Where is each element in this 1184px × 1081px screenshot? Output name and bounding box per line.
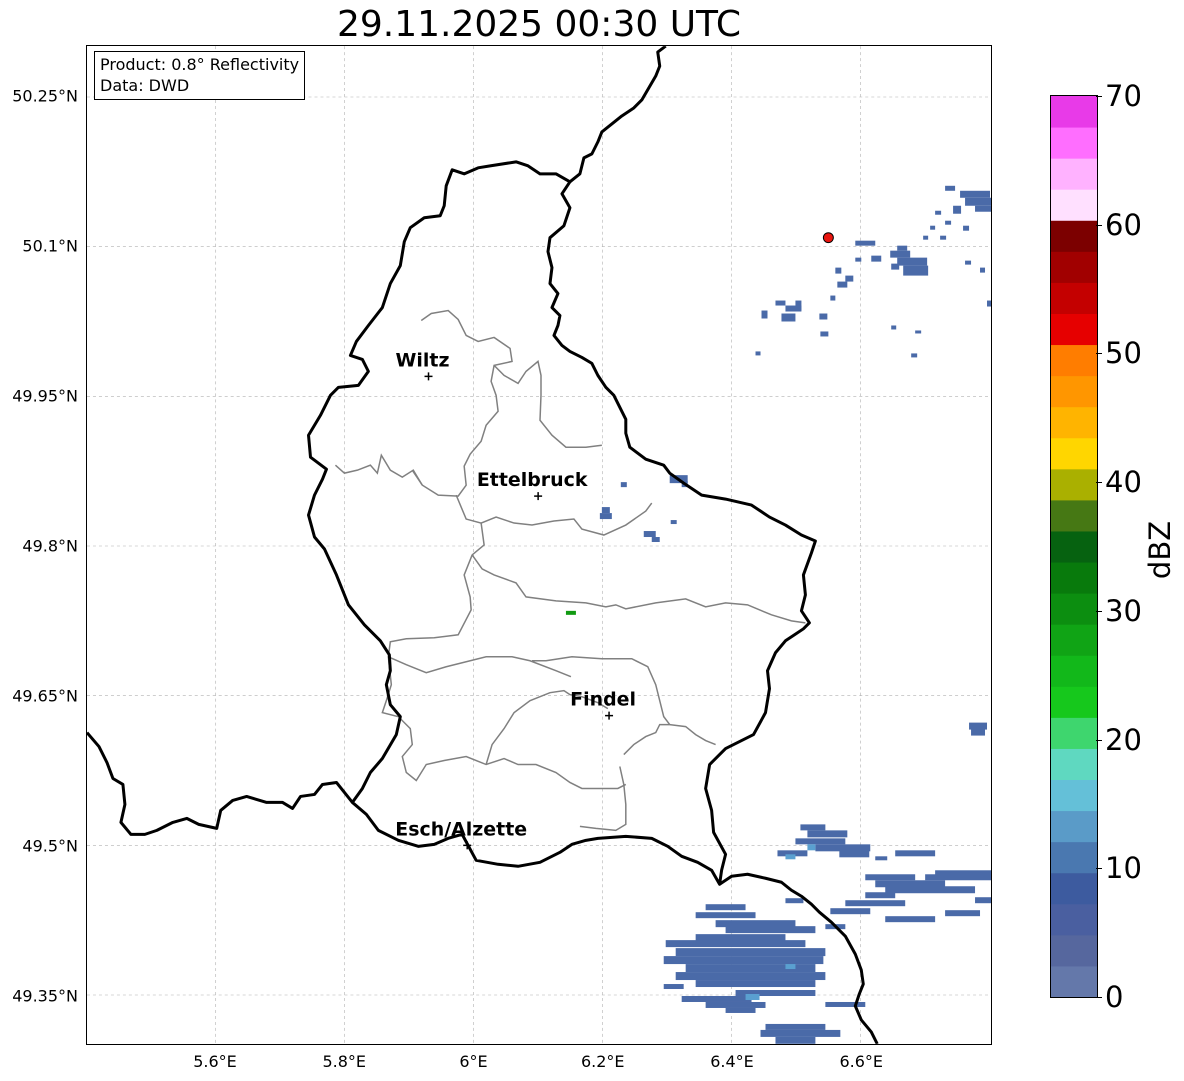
colorbar-segment	[1051, 965, 1097, 997]
colorbar-segment	[1051, 934, 1097, 967]
colorbar-segment	[1051, 468, 1097, 501]
country-borders	[87, 46, 879, 1044]
colorbar-tick-mark	[1096, 224, 1102, 226]
echo-green-cell	[565, 610, 576, 615]
city-marker: Findel	[570, 689, 636, 720]
city-markers: Wiltz Ettelbruck Findel Esch/Alzette	[395, 349, 636, 850]
lon-tick-label: 5.8°E	[322, 1052, 367, 1071]
city-label: Wiltz	[396, 349, 450, 371]
colorbar-segment	[1051, 748, 1097, 781]
data-source-label: Data: DWD	[100, 76, 190, 95]
colorbar-segment	[1051, 499, 1097, 532]
colorbar-segment	[1051, 282, 1097, 314]
echo-cluster-southeast	[663, 824, 991, 1044]
colorbar-segment	[1051, 313, 1097, 346]
colorbar-segment	[1051, 717, 1097, 749]
echo-cluster-central	[599, 475, 688, 543]
colorbar-segment	[1051, 810, 1097, 843]
lon-tick-label: 6.4°E	[710, 1052, 754, 1071]
echo-cluster-northeast	[755, 185, 991, 358]
echo-cluster-east	[969, 722, 988, 736]
colorbar-segment	[1051, 872, 1097, 905]
colorbar-segment	[1051, 655, 1097, 687]
lon-tick-label: 6°E	[459, 1052, 488, 1071]
colorbar-segment	[1051, 189, 1097, 221]
lat-tick-label: 49.65°N	[12, 686, 78, 706]
lat-tick-label: 50.25°N	[12, 86, 78, 106]
colorbar-segment	[1051, 344, 1097, 377]
colorbar-tick-mark	[1096, 997, 1102, 998]
colorbar-segment	[1051, 686, 1097, 718]
colorbar-tick-label: 0	[1105, 980, 1124, 1014]
map-title: 29.11.2025 00:30 UTC	[336, 4, 742, 45]
colorbar-segment	[1051, 406, 1097, 439]
lon-tick-label: 6.6°E	[839, 1052, 884, 1071]
lon-tick-label: 6.2°E	[580, 1052, 625, 1071]
colorbar-tick-mark	[1096, 610, 1102, 612]
district-boundaries	[334, 309, 806, 832]
colorbar-tick-mark	[1096, 96, 1102, 97]
colorbar-segment	[1051, 841, 1097, 874]
colorbar-segment	[1051, 562, 1097, 594]
colorbar-segment	[1051, 593, 1097, 625]
colorbar-tick-mark	[1096, 482, 1102, 484]
colorbar-segment	[1051, 127, 1097, 159]
colorbar-tick-mark	[1096, 739, 1102, 741]
lat-tick-label: 49.35°N	[12, 986, 78, 1006]
lat-tick-label: 49.5°N	[22, 836, 78, 856]
colorbar-segment	[1051, 530, 1097, 563]
city-label: Ettelbruck	[477, 469, 588, 491]
colorbar-segment	[1051, 903, 1097, 936]
colorbar-tick-label: 30	[1105, 593, 1142, 628]
radar-echoes	[565, 185, 991, 1044]
colorbar-tick-mark	[1096, 353, 1102, 355]
colorbar-tick-label: 40	[1105, 465, 1142, 500]
lat-tick-label: 49.95°N	[12, 386, 78, 406]
colorbar-tick-label: 10	[1105, 851, 1142, 886]
colorbar-tick-label: 70	[1105, 79, 1142, 113]
colorbar-label: dBZ	[1143, 520, 1177, 580]
product-label: Product: 0.8° Reflectivity	[100, 55, 300, 74]
colorbar-segment	[1051, 779, 1097, 812]
city-marker: Wiltz	[396, 349, 450, 381]
radar-map: Wiltz Ettelbruck Findel Esch/Alzette	[86, 45, 992, 1045]
colorbar-tick-label: 20	[1105, 722, 1142, 757]
colorbar	[1050, 95, 1098, 998]
city-label: Findel	[570, 689, 636, 711]
colorbar-segment	[1051, 437, 1097, 470]
lon-tick-label: 5.6°E	[193, 1052, 237, 1071]
city-marker: Ettelbruck	[477, 469, 588, 501]
colorbar-segment	[1051, 220, 1097, 252]
product-info-box: Product: 0.8° Reflectivity Data: DWD	[94, 51, 306, 100]
colorbar-tick-mark	[1096, 868, 1102, 870]
colorbar-segment	[1051, 96, 1097, 128]
colorbar-segment	[1051, 624, 1097, 656]
city-label: Esch/Alzette	[395, 818, 527, 840]
colorbar-segment	[1051, 375, 1097, 408]
colorbar-segment	[1051, 158, 1097, 190]
lat-tick-label: 49.8°N	[22, 536, 78, 556]
lat-tick-label: 50.1°N	[22, 236, 78, 256]
colorbar-tick-label: 50	[1105, 336, 1142, 371]
colorbar-tick-label: 60	[1105, 207, 1142, 242]
radar-site-marker	[822, 232, 834, 244]
graticule	[87, 46, 991, 1044]
colorbar-segment	[1051, 251, 1097, 283]
